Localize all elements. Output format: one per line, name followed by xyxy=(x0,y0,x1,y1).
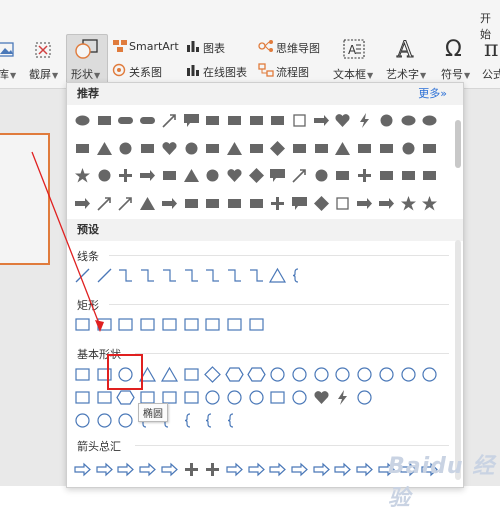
ellipse-tooltip: 椭圆 xyxy=(138,403,168,422)
annotation-arrow-icon xyxy=(31,151,104,332)
ellipse-highlight-box xyxy=(107,354,143,390)
baidu-watermark: Baidu 经验 xyxy=(388,454,496,511)
